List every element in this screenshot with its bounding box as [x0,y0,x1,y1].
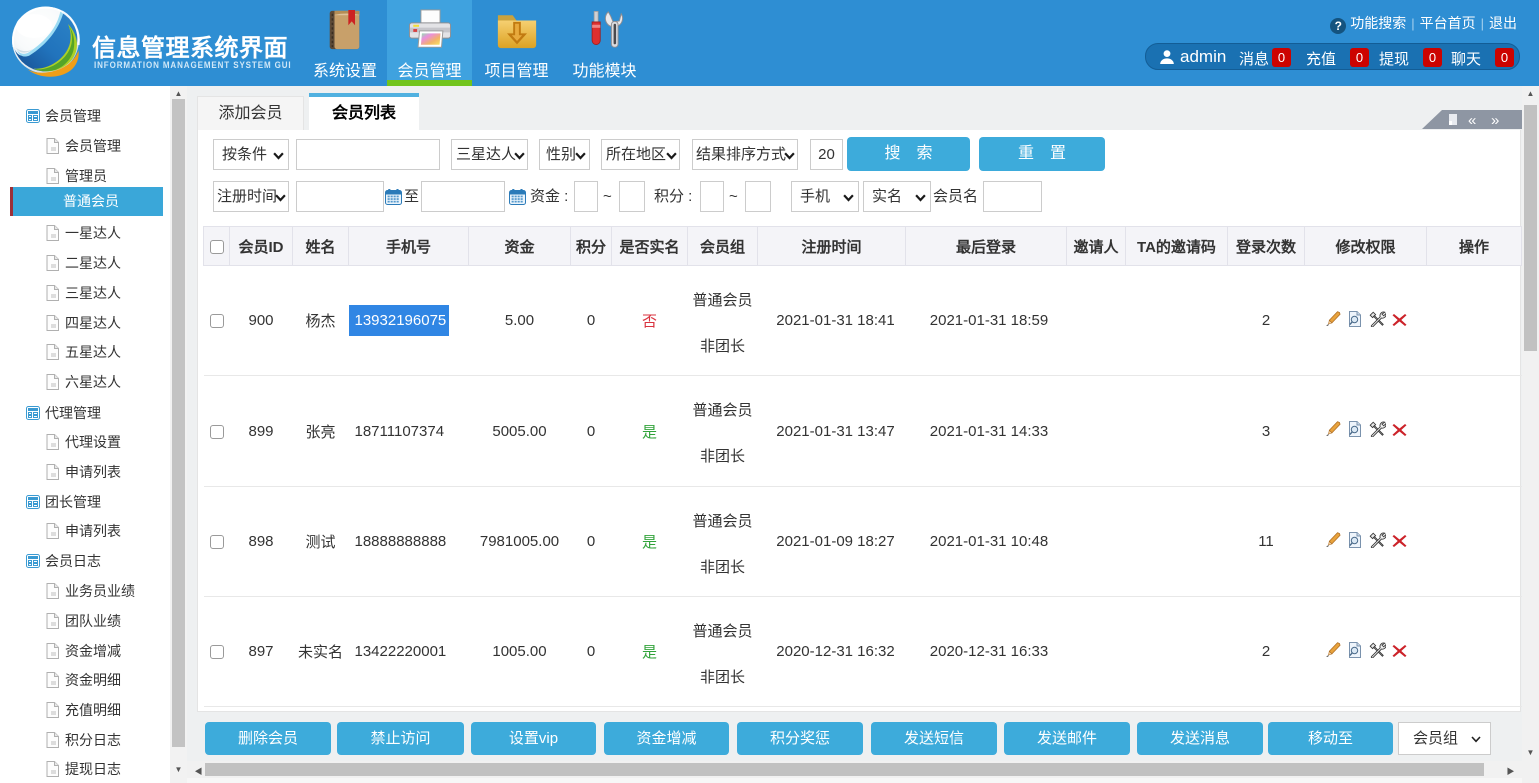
svg-text:«: « [1468,112,1476,129]
svg-text:»: » [1491,112,1499,129]
